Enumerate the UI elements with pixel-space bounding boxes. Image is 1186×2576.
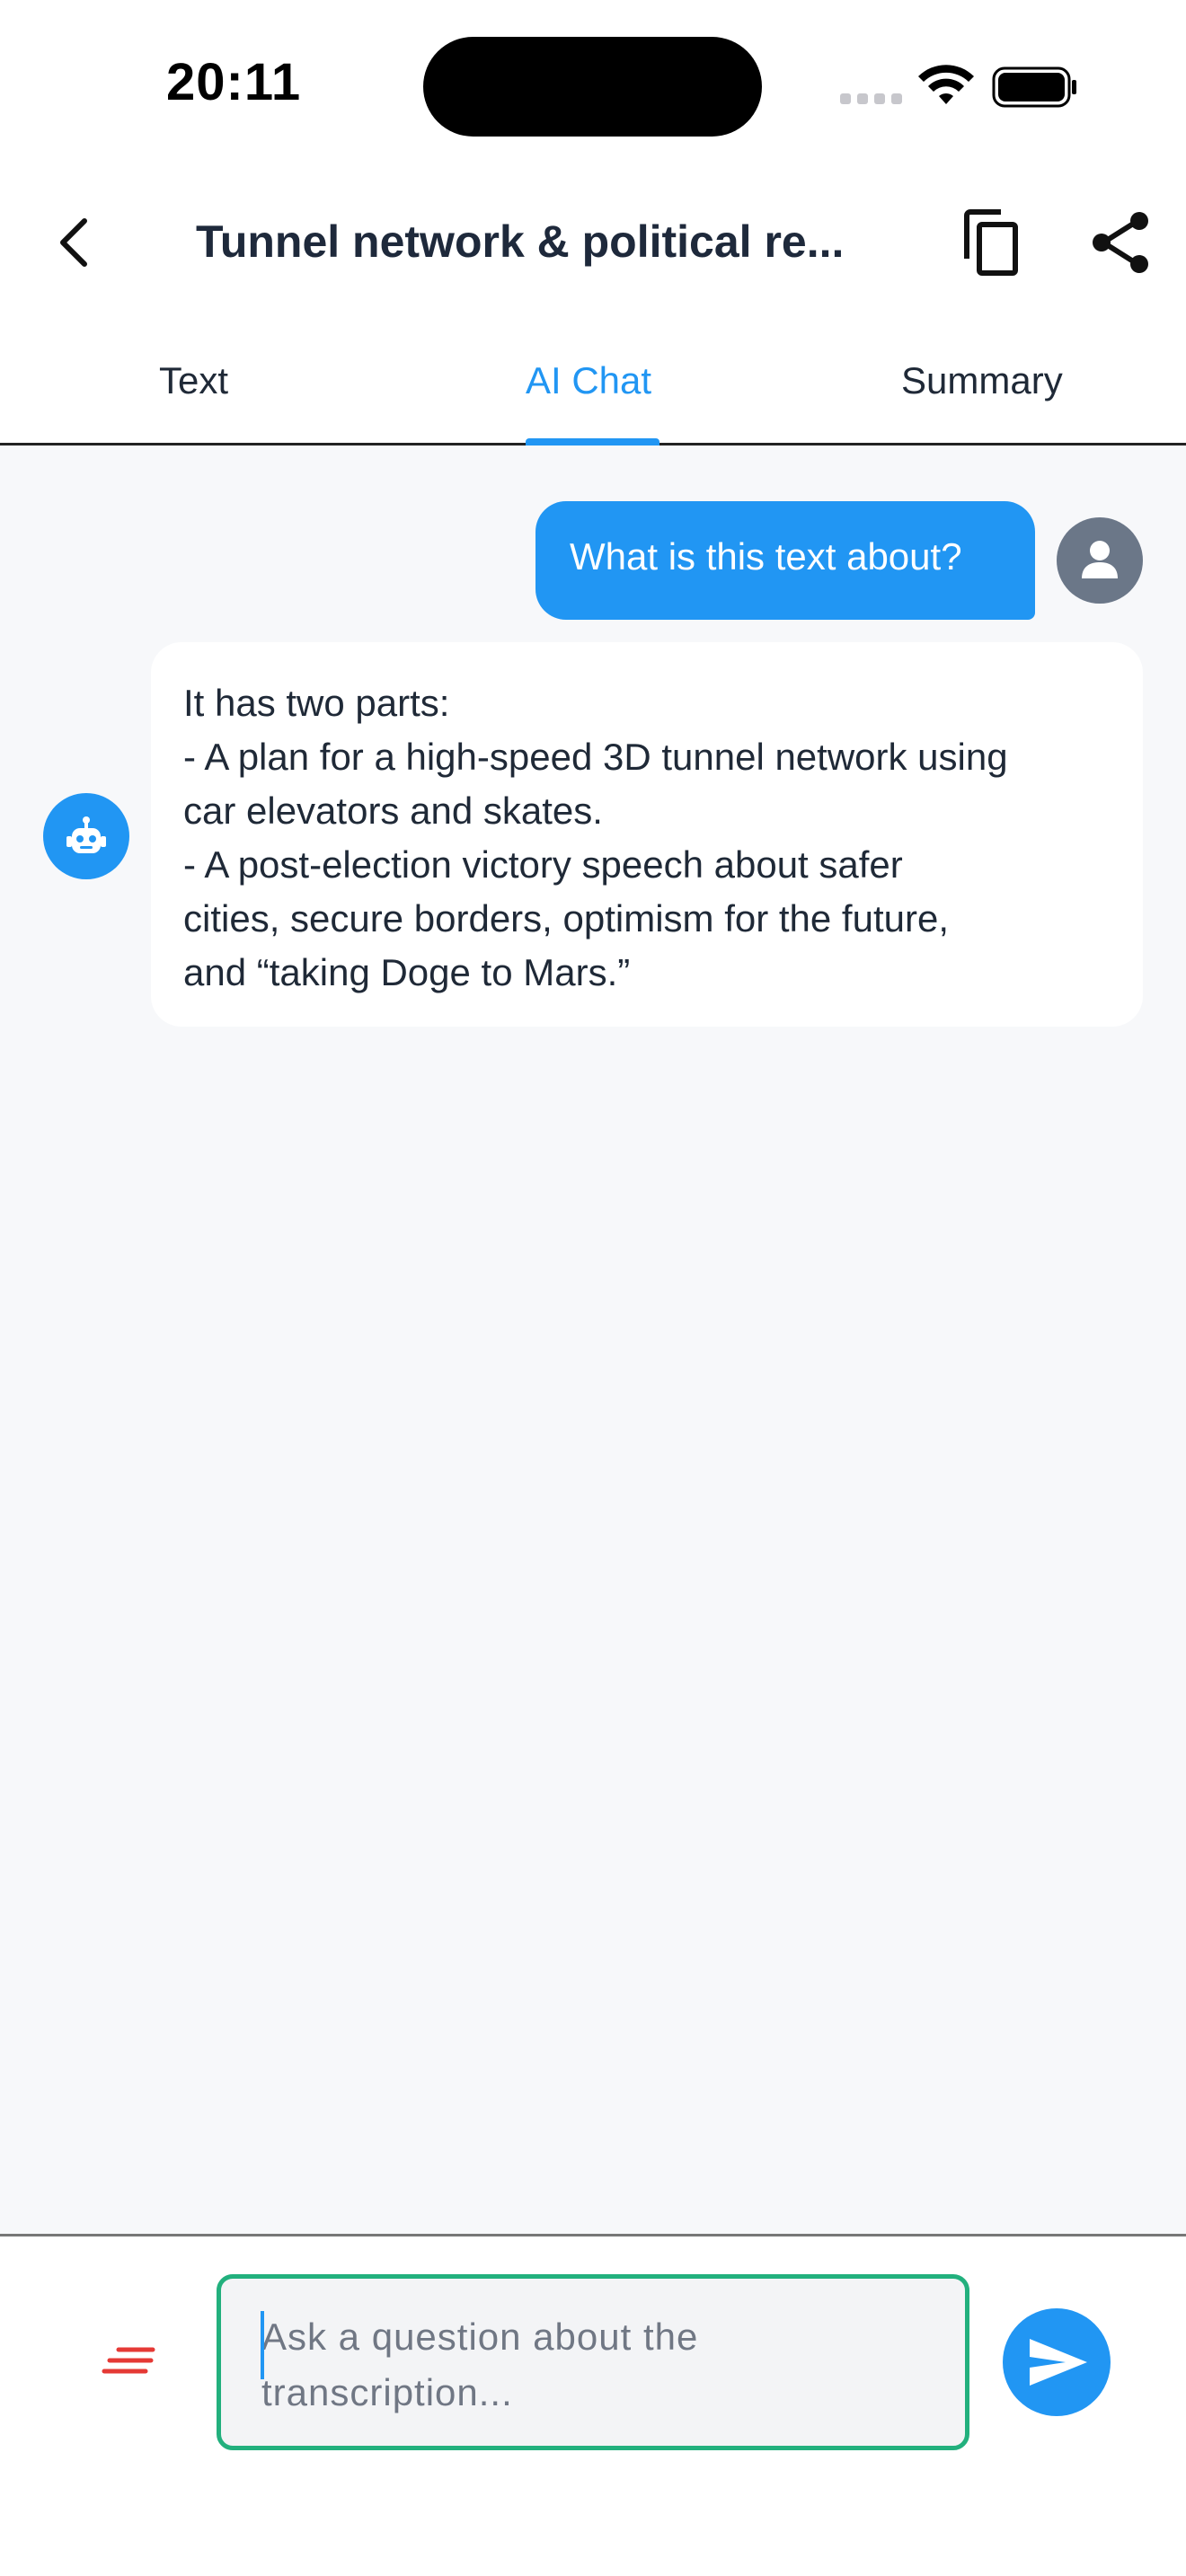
app-header: Tunnel network & political re... (0, 171, 1186, 314)
assistant-message-line: - A post-election victory speech about s… (183, 843, 903, 886)
question-input-container (217, 2274, 969, 2450)
send-icon (1030, 2339, 1087, 2386)
tab-bar: Text AI Chat Summary (0, 314, 1186, 446)
share-icon (1093, 212, 1148, 273)
assistant-message: It has two parts: - A plan for a high-sp… (151, 642, 1143, 1027)
share-button[interactable] (1089, 210, 1154, 275)
user-message: What is this text about? (535, 501, 1035, 620)
battery-icon (992, 66, 1076, 108)
message-composer (0, 2234, 1186, 2576)
robot-icon (66, 816, 106, 853)
tab-text[interactable]: Text (159, 359, 228, 402)
copy-icon (964, 209, 1018, 276)
active-tab-indicator (526, 438, 659, 446)
tab-ai-chat[interactable]: AI Chat (526, 359, 651, 402)
user-avatar (1057, 517, 1143, 604)
text-caret (261, 2311, 264, 2379)
dynamic-island (423, 37, 762, 137)
person-icon (1082, 541, 1118, 578)
assistant-message-line: cities, secure borders, optimism for the… (183, 897, 949, 940)
status-time: 20:11 (166, 53, 302, 111)
cellular-signal-icon (840, 93, 902, 104)
chat-area[interactable]: What is this text about? It has two part… (0, 446, 1186, 2234)
page-title: Tunnel network & political re... (196, 216, 845, 267)
copy-button[interactable] (960, 208, 1024, 277)
chevron-left-icon (60, 218, 87, 267)
assistant-message-line: - A plan for a high-speed 3D tunnel netw… (183, 736, 1008, 778)
lines-icon (102, 2347, 155, 2374)
assistant-message-line: It has two parts: (183, 682, 450, 724)
tab-summary[interactable]: Summary (901, 359, 1063, 402)
back-button[interactable] (47, 214, 104, 271)
menu-button[interactable] (101, 2342, 158, 2387)
question-input[interactable] (261, 2309, 926, 2426)
status-bar: 20:11 (0, 0, 1186, 171)
assistant-avatar (43, 793, 129, 879)
wifi-icon (918, 65, 974, 104)
send-button[interactable] (1003, 2308, 1111, 2416)
assistant-message-line: car elevators and skates. (183, 790, 603, 832)
assistant-message-line: and “taking Doge to Mars.” (183, 951, 631, 993)
